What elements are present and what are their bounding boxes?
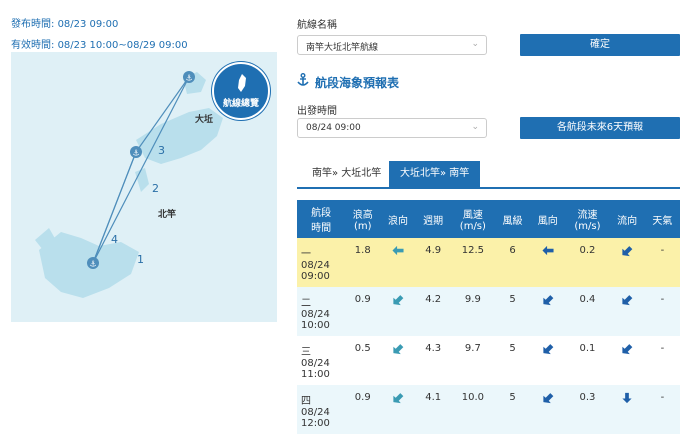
wave-direction-cell: [380, 385, 416, 434]
current-southwest-arrow-icon: [622, 246, 633, 257]
segment-cell: 三 08/24 11:00: [297, 336, 346, 385]
port-label-dagiu: 大坵: [195, 115, 214, 125]
col-header-wind-direction: 風向: [530, 200, 566, 238]
col-header-current-speed: 流速 (m/s): [565, 200, 610, 238]
wind-direction-cell: [530, 385, 566, 434]
wave-southwest-arrow-icon: [393, 393, 404, 404]
tab-dagiu-beigan-to-nangan[interactable]: 大坵北竿» 南竿: [389, 161, 481, 187]
col-header-segment: 航段 時間: [297, 200, 346, 238]
segment-cell: 二 08/24 10:00: [297, 287, 346, 336]
col-header-current-direction: 流向: [609, 200, 645, 238]
wave-height-cell: 0.5: [345, 336, 381, 385]
weather-cell: -: [644, 336, 680, 385]
current-direction-cell: [609, 238, 645, 287]
forecast-table: 航段 時間 浪高 (m) 浪向 週期 風速 (m/s) 風級 風向 流速 (m/s) 流…: [297, 200, 680, 434]
wind-west-arrow-icon: [542, 245, 554, 256]
wind-southwest-arrow-icon: [543, 344, 554, 355]
route-number: 1: [137, 253, 144, 266]
route-select[interactable]: 南竿大坵北竿航線 ⌄: [297, 35, 487, 55]
anchor-icon: [297, 73, 309, 86]
col-header-weather: 天氣: [644, 200, 680, 238]
current-speed-cell: 0.3: [565, 385, 610, 434]
wind-direction-cell: [530, 238, 566, 287]
wave-southwest-arrow-icon: [393, 344, 404, 355]
wave-height-cell: 0.9: [345, 385, 381, 434]
departure-time-label: 出發時間: [297, 106, 337, 117]
wind-southwest-arrow-icon: [543, 393, 554, 404]
wave-direction-cell: [380, 336, 416, 385]
current-speed-cell: 0.1: [565, 336, 610, 385]
wind-direction-cell: [530, 287, 566, 336]
anchor-marker-beigan: ⚓: [130, 146, 142, 158]
current-speed-cell: 0.2: [565, 238, 610, 287]
wind-speed-cell: 10.0: [450, 385, 495, 434]
col-header-wave-direction: 浪向: [380, 200, 416, 238]
wind-southwest-arrow-icon: [543, 295, 554, 306]
wind-speed-cell: 9.7: [450, 336, 495, 385]
segment-cell: 一 08/24 09:00: [297, 238, 346, 287]
table-row: 四 08/24 12:00 0.9 4.1 10.0 5 0.3-: [297, 385, 680, 434]
anchor-marker-nangan: ⚓: [87, 257, 99, 269]
route-overview-button[interactable]: 航線總覽: [212, 62, 270, 120]
period-cell: 4.3: [415, 336, 451, 385]
table-row: 二 08/24 10:00 0.9 4.2 9.9 5 0.4-: [297, 287, 680, 336]
current-southwest-arrow-icon: [622, 295, 633, 306]
wave-southwest-arrow-icon: [393, 295, 404, 306]
taiwan-icon: [238, 74, 246, 92]
valid-time: 有效時間: 08/23 10:00~08/29 09:00: [11, 40, 188, 51]
chevron-down-icon: ⌄: [471, 39, 479, 49]
route-number: 3: [158, 144, 165, 157]
wave-west-arrow-icon: [392, 245, 404, 256]
chevron-down-icon: ⌄: [471, 122, 479, 132]
wind-level-cell: 5: [494, 287, 531, 336]
current-direction-cell: [609, 287, 645, 336]
tab-underline: [297, 187, 680, 189]
issue-time: 發布時間: 08/23 09:00: [11, 19, 119, 30]
col-header-wind-level: 風級: [494, 200, 531, 238]
wave-height-cell: 1.8: [345, 238, 381, 287]
period-cell: 4.2: [415, 287, 451, 336]
route-number: 4: [111, 233, 118, 246]
route-number: 2: [152, 182, 159, 195]
period-cell: 4.1: [415, 385, 451, 434]
period-cell: 4.9: [415, 238, 451, 287]
current-direction-cell: [609, 385, 645, 434]
col-header-wind-speed: 風速 (m/s): [450, 200, 495, 238]
wind-level-cell: 5: [494, 336, 531, 385]
route-lines: [92, 76, 190, 264]
wind-speed-cell: 12.5: [450, 238, 495, 287]
route-name-label: 航線名稱: [297, 20, 337, 31]
svg-text:⚓: ⚓: [89, 260, 96, 269]
current-south-arrow-icon: [622, 392, 632, 404]
island-small: [135, 168, 149, 192]
wind-level-cell: 6: [494, 238, 531, 287]
wave-direction-cell: [380, 287, 416, 336]
wind-direction-cell: [530, 336, 566, 385]
current-direction-cell: [609, 336, 645, 385]
section-title: 航段海象預報表: [297, 73, 399, 91]
col-header-period: 週期: [415, 200, 451, 238]
port-label-beigan: 北竿: [158, 210, 177, 220]
anchor-marker-dagiu: ⚓: [183, 71, 195, 83]
svg-text:⚓: ⚓: [132, 149, 139, 158]
weather-cell: -: [644, 287, 680, 336]
wind-speed-cell: 9.9: [450, 287, 495, 336]
confirm-button[interactable]: 確定: [520, 34, 680, 56]
wind-level-cell: 5: [494, 385, 531, 434]
current-speed-cell: 0.4: [565, 287, 610, 336]
wave-direction-cell: [380, 238, 416, 287]
table-row: 三 08/24 11:00 0.5 4.3 9.7 5 0.1-: [297, 336, 680, 385]
segment-cell: 四 08/24 12:00: [297, 385, 346, 434]
departure-time-select[interactable]: 08/24 09:00 ⌄: [297, 118, 487, 138]
weather-cell: -: [644, 238, 680, 287]
current-southwest-arrow-icon: [622, 344, 633, 355]
table-row: 一 08/24 09:00 1.8 4.9 12.5 6 0.2-: [297, 238, 680, 287]
tab-nangan-to-dagiu-beigan[interactable]: 南竿» 大坵北竿: [301, 161, 392, 187]
col-header-wave-height: 浪高 (m): [345, 200, 381, 238]
six-day-forecast-button[interactable]: 各航段未來6天預報: [520, 117, 680, 139]
wave-height-cell: 0.9: [345, 287, 381, 336]
svg-text:⚓: ⚓: [185, 74, 192, 83]
weather-cell: -: [644, 385, 680, 434]
table-header-row: 航段 時間 浪高 (m) 浪向 週期 風速 (m/s) 風級 風向 流速 (m/s) 流…: [297, 200, 680, 238]
